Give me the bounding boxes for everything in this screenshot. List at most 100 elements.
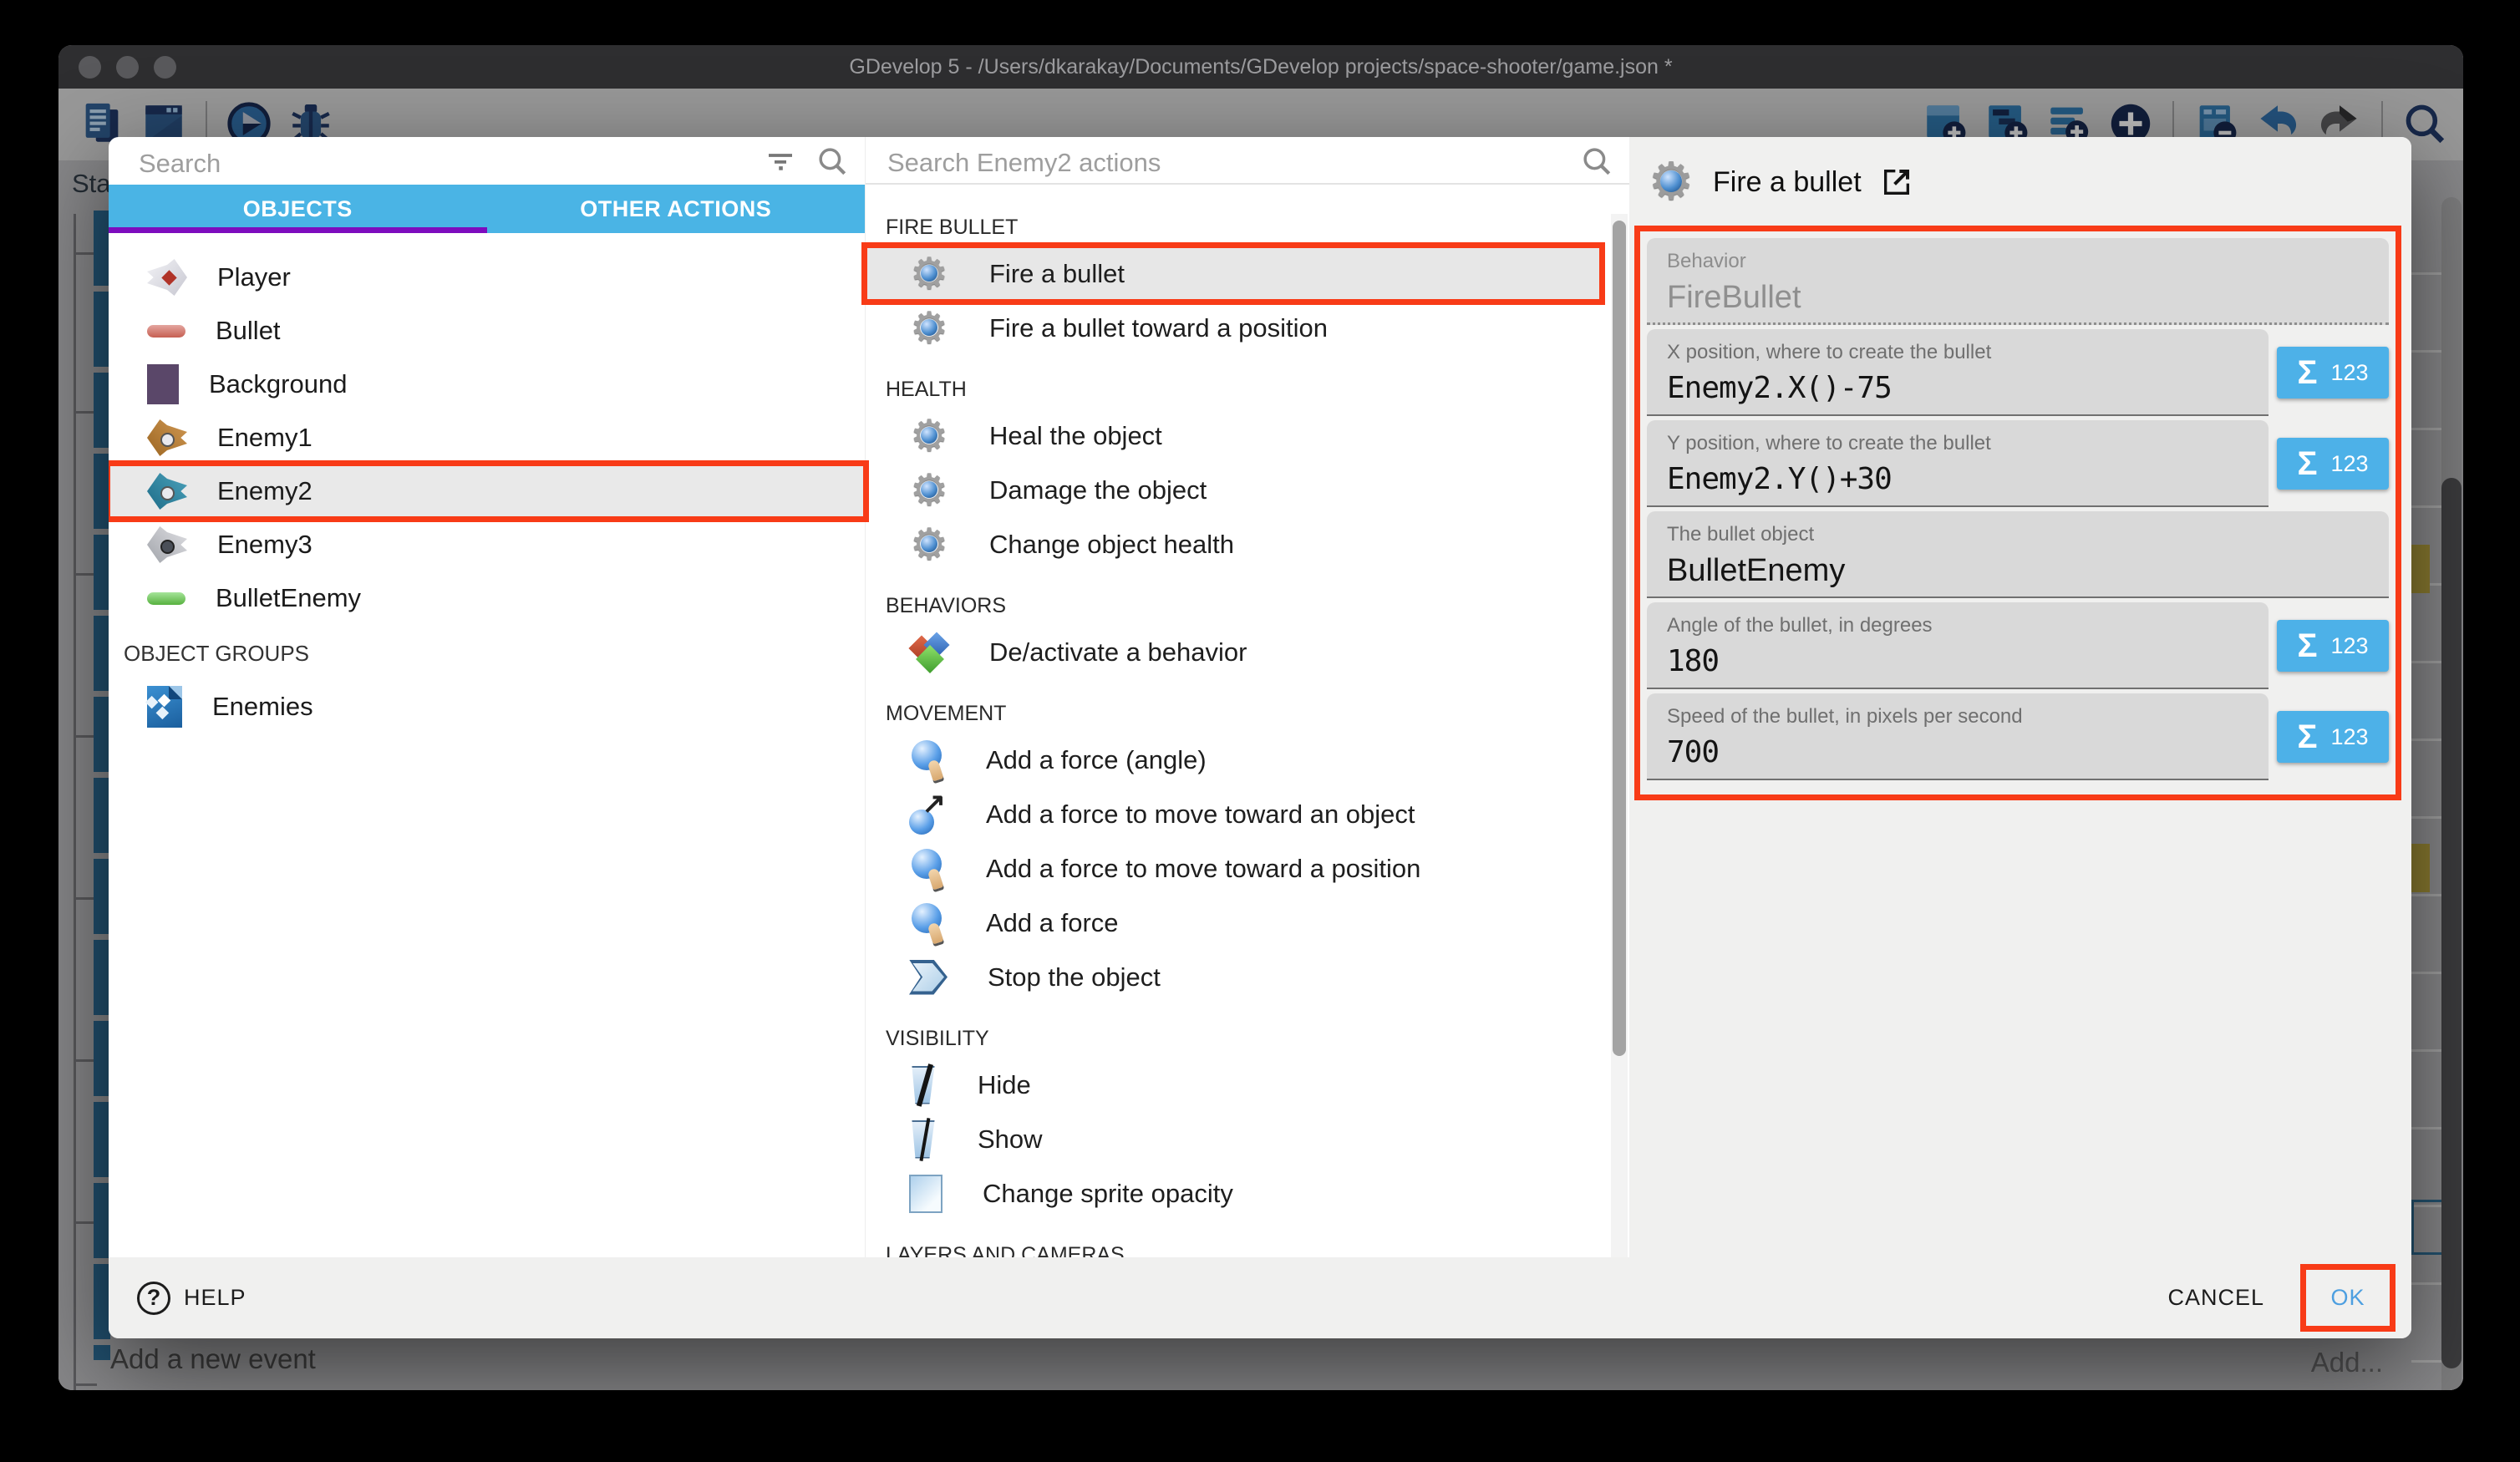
action-item[interactable]: Add a force [866, 896, 1601, 950]
expression-editor-button[interactable]: Σ 123 [2277, 347, 2389, 398]
action-label: Heal the object [989, 421, 1162, 451]
object-list-item[interactable]: Background [109, 358, 865, 411]
parameter-value: Enemy2.Y()+30 [1667, 462, 2250, 496]
bullet-red-icon [147, 325, 185, 338]
parameters-header: Fire a bullet [1648, 159, 1913, 206]
expression-editor-button[interactable]: Σ 123 [2277, 620, 2389, 672]
action-item[interactable]: Add a force to move toward an object [866, 787, 1601, 841]
action-item[interactable]: Heal the object [866, 409, 1601, 463]
gear-icon [909, 416, 949, 456]
filter-icon[interactable] [763, 144, 798, 179]
player-ship-icon [147, 256, 187, 298]
action-item[interactable]: Add a force to move toward a position [866, 841, 1601, 896]
expression-editor-button[interactable]: Σ 123 [2277, 711, 2389, 763]
actions-list: FIRE BULLET Fire a bullet Fire a bullet … [866, 185, 1629, 1257]
parameter-label: Behavior [1667, 250, 2370, 273]
parameter-field[interactable]: Behavior FireBullet [1647, 238, 2389, 325]
action-item[interactable]: De/activate a behavior [866, 625, 1601, 679]
parameter-row: X position, where to create the bullet E… [1647, 329, 2389, 416]
action-label: Fire a bullet [989, 259, 1125, 289]
expression-123-label: 123 [2330, 724, 2368, 750]
actions-search-input[interactable] [866, 137, 1629, 183]
force-icon [909, 903, 946, 943]
action-item[interactable]: Damage the object [866, 463, 1601, 517]
objects-search-input[interactable] [109, 137, 865, 185]
search-icon[interactable] [1579, 144, 1614, 179]
stop-icon [909, 960, 948, 995]
object-group-item[interactable]: Enemies [109, 680, 865, 734]
action-label: Add a force to move toward an object [986, 800, 1415, 830]
parameter-value: Enemy2.X()-75 [1667, 371, 2250, 405]
action-editor-dialog: OBJECTS OTHER ACTIONS Player [109, 137, 2411, 1338]
tab[interactable]: OBJECTS [109, 185, 487, 233]
expression-123-label: 123 [2330, 451, 2368, 477]
force-icon [909, 740, 946, 780]
object-label: BulletEnemy [216, 583, 361, 613]
search-icon[interactable] [815, 144, 850, 179]
gear-icon [1648, 159, 1694, 206]
parameter-label: X position, where to create the bullet [1667, 341, 2250, 364]
tab[interactable]: OTHER ACTIONS [487, 185, 866, 233]
object-list-item[interactable]: BulletEnemy [109, 571, 865, 625]
hide-icon [909, 1066, 937, 1104]
parameter-label: The bullet object [1667, 523, 2370, 546]
action-item[interactable]: Show [866, 1112, 1601, 1166]
parameter-field[interactable]: X position, where to create the bullet E… [1647, 329, 2269, 416]
object-list-item[interactable]: Bullet [109, 304, 865, 358]
sigma-icon: Σ [2297, 629, 2317, 662]
sigma-icon: Σ [2297, 447, 2317, 480]
action-item[interactable]: Fire a bullet [866, 246, 1601, 301]
action-item[interactable]: Add a force (angle) [866, 733, 1601, 787]
actions-panel: FIRE BULLET Fire a bullet Fire a bullet … [865, 137, 1629, 1257]
action-label: Stop the object [988, 962, 1161, 992]
parameter-row: Behavior FireBullet [1647, 238, 2389, 325]
dialog-footer: ? HELP CANCEL OK [109, 1257, 2411, 1338]
expression-123-label: 123 [2330, 633, 2368, 659]
object-label: Enemy3 [217, 530, 312, 560]
objects-list: Player Bullet Background [109, 233, 865, 625]
cancel-button[interactable]: CANCEL [2147, 1268, 2284, 1327]
action-item[interactable]: Change object health [866, 517, 1601, 571]
action-label: Hide [978, 1070, 1031, 1100]
expression-123-label: 123 [2330, 360, 2368, 386]
show-icon [909, 1120, 937, 1159]
parameter-row: Y position, where to create the bullet E… [1647, 420, 2389, 507]
action-label: Add a force to move toward a position [986, 854, 1420, 884]
action-label: Fire a bullet toward a position [989, 313, 1328, 343]
action-label: Change object health [989, 530, 1234, 560]
object-list-item[interactable]: Enemy1 [109, 411, 865, 464]
help-button[interactable]: ? HELP [137, 1282, 246, 1315]
opacity-icon [909, 1175, 942, 1213]
action-label: De/activate a behavior [989, 637, 1247, 668]
action-section-header: VISIBILITY [866, 1019, 1629, 1058]
object-tabs: OBJECTS OTHER ACTIONS [109, 185, 865, 233]
action-item[interactable]: Change sprite opacity [866, 1166, 1601, 1221]
action-label: Add a force (angle) [986, 745, 1207, 775]
actions-scrollbar-thumb[interactable] [1613, 221, 1626, 1056]
object-label: Enemy1 [217, 423, 312, 453]
action-item[interactable]: Fire a bullet toward a position [866, 301, 1601, 355]
open-in-new-icon[interactable] [1880, 165, 1913, 199]
objects-search-row [109, 137, 865, 185]
ok-button[interactable]: OK [2330, 1285, 2365, 1311]
parameter-field[interactable]: Y position, where to create the bullet E… [1647, 420, 2269, 507]
object-list-item[interactable]: Enemy3 [109, 518, 865, 571]
expression-editor-button[interactable]: Σ 123 [2277, 438, 2389, 490]
object-list-item[interactable]: Enemy2 [109, 464, 865, 518]
action-item[interactable]: Hide [866, 1058, 1601, 1112]
parameter-field[interactable]: The bullet object BulletEnemy [1647, 511, 2389, 598]
parameter-row: Angle of the bullet, in degrees 180 Σ 12… [1647, 602, 2389, 689]
parameter-value: BulletEnemy [1667, 553, 2370, 589]
object-list-item[interactable]: Player [109, 251, 865, 304]
action-section-header: LAYERS AND CAMERAS [866, 1236, 1629, 1257]
object-label: Bullet [216, 316, 281, 346]
parameter-field[interactable]: Speed of the bullet, in pixels per secon… [1647, 693, 2269, 780]
parameter-row: Speed of the bullet, in pixels per secon… [1647, 693, 2389, 780]
action-item[interactable]: Stop the object [866, 950, 1601, 1004]
action-section-header: MOVEMENT [866, 694, 1629, 733]
object-groups-list: Enemies [109, 680, 865, 734]
object-label: Player [217, 262, 291, 292]
actions-search-row [866, 137, 1629, 185]
parameter-field[interactable]: Angle of the bullet, in degrees 180 [1647, 602, 2269, 689]
action-label: Show [978, 1124, 1043, 1155]
